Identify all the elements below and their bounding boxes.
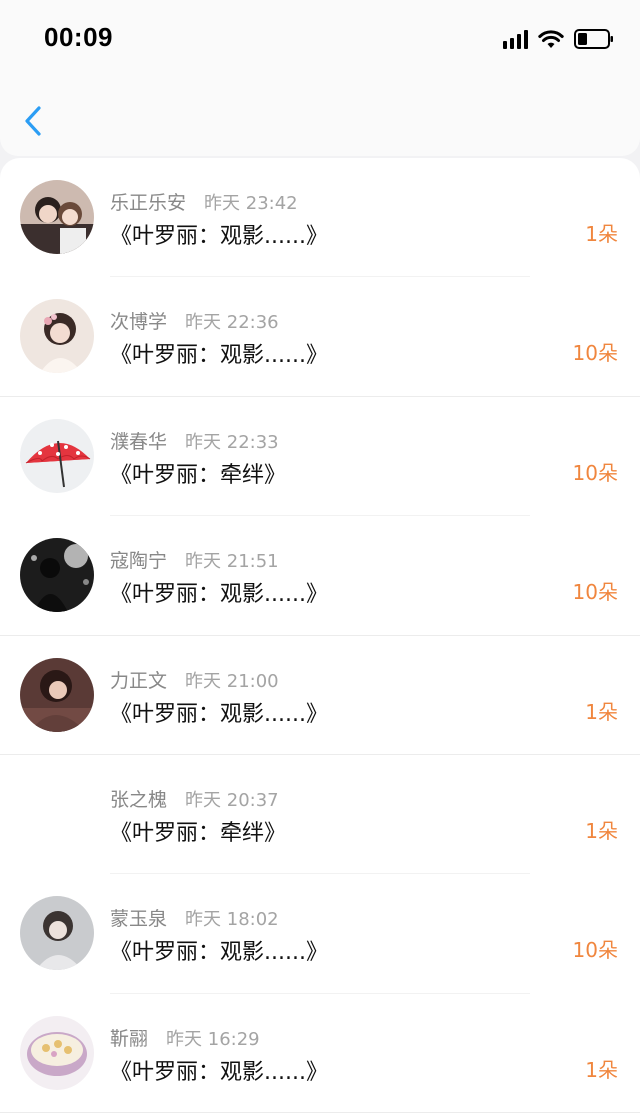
work-title[interactable]: 《叶罗丽：牵绊》 (110, 457, 286, 489)
flower-count: 1朵 (585, 1057, 618, 1082)
list-item[interactable]: 次博学 昨天 22:36 《叶罗丽：观影......》 10朵 (0, 277, 640, 397)
list-item[interactable]: 张之槐 昨天 20:37 《叶罗丽：牵绊》 1朵 (0, 755, 640, 875)
send-time: 昨天 20:37 (185, 789, 279, 811)
send-time: 昨天 22:33 (185, 431, 279, 453)
avatar[interactable] (20, 657, 94, 732)
record-meta: 靳翮 昨天 16:29 (110, 1024, 260, 1050)
work-title[interactable]: 《叶罗丽：牵绊》 (110, 815, 286, 847)
record-meta: 寇陶宁 昨天 21:51 (110, 546, 279, 572)
divider (0, 1112, 640, 1114)
flower-count: 1朵 (585, 818, 618, 843)
sender-name: 张之槐 (110, 788, 168, 811)
avatar[interactable] (20, 538, 94, 613)
flower-count: 10朵 (572, 580, 618, 605)
nav-bar (0, 78, 640, 156)
flower-count: 10朵 (572, 460, 618, 485)
sender-name: 寇陶宁 (110, 550, 168, 573)
battery-icon (574, 29, 613, 49)
work-title[interactable]: 《叶罗丽：观影......》 (110, 1054, 328, 1086)
record-meta: 乐正乐安 昨天 23:42 (110, 188, 298, 214)
flower-count: 1朵 (585, 222, 618, 246)
avatar[interactable] (20, 777, 94, 851)
flower-count: 10朵 (572, 938, 618, 963)
record-meta: 蒙玉泉 昨天 18:02 (110, 904, 279, 930)
work-title[interactable]: 《叶罗丽：观影......》 (110, 337, 328, 369)
avatar[interactable] (20, 896, 94, 971)
send-time: 昨天 23:42 (204, 193, 298, 214)
send-time: 昨天 22:36 (185, 312, 279, 334)
sender-name: 力正文 (110, 669, 168, 692)
send-time: 昨天 18:02 (185, 909, 279, 931)
avatar[interactable] (20, 180, 94, 254)
work-title[interactable]: 《叶罗丽：观影......》 (110, 218, 328, 250)
send-time: 昨天 21:00 (185, 670, 279, 692)
flower-count: 1朵 (585, 699, 618, 724)
sender-name: 靳翮 (110, 1027, 149, 1050)
record-meta: 次博学 昨天 22:36 (110, 307, 279, 333)
work-title[interactable]: 《叶罗丽：观影......》 (110, 696, 328, 728)
avatar[interactable] (20, 418, 94, 493)
record-meta: 张之槐 昨天 20:37 (110, 785, 279, 811)
list-item[interactable]: 寇陶宁 昨天 21:51 《叶罗丽：观影......》 10朵 (0, 516, 640, 636)
chevron-left-icon[interactable] (22, 104, 44, 138)
list-item[interactable]: 蒙玉泉 昨天 18:02 《叶罗丽：观影......》 10朵 (0, 874, 640, 994)
sender-name: 乐正乐安 (110, 192, 187, 214)
avatar[interactable] (20, 299, 94, 374)
status-bar: 00:09 (0, 0, 640, 78)
record-meta: 濮春华 昨天 22:33 (110, 427, 279, 453)
list-item[interactable]: 靳翮 昨天 16:29 《叶罗丽：观影......》 1朵 (0, 994, 640, 1114)
status-time: 00:09 (44, 22, 113, 52)
record-meta: 力正文 昨天 21:00 (110, 666, 279, 692)
sender-name: 濮春华 (110, 430, 168, 453)
flower-count: 10朵 (572, 341, 618, 366)
list-item[interactable]: 力正文 昨天 21:00 《叶罗丽：观影......》 1朵 (0, 636, 640, 755)
wifi-icon (538, 30, 564, 48)
avatar[interactable] (20, 1015, 94, 1090)
send-time: 昨天 16:29 (166, 1028, 260, 1050)
sender-name: 次博学 (110, 311, 168, 334)
signal-icon (503, 29, 528, 49)
list-item[interactable]: 濮春华 昨天 22:33 《叶罗丽：牵绊》 10朵 (0, 397, 640, 517)
work-title[interactable]: 《叶罗丽：观影......》 (110, 934, 328, 966)
send-time: 昨天 21:51 (185, 551, 279, 573)
work-title[interactable]: 《叶罗丽：观影......》 (110, 576, 328, 608)
status-icons (503, 26, 614, 52)
list-item[interactable]: 乐正乐安 昨天 23:42 《叶罗丽：观影......》 1朵 (0, 158, 640, 278)
sender-name: 蒙玉泉 (110, 908, 168, 931)
gift-record-list: 乐正乐安 昨天 23:42 《叶罗丽：观影......》 1朵 次博学 昨天 2… (0, 158, 640, 1119)
